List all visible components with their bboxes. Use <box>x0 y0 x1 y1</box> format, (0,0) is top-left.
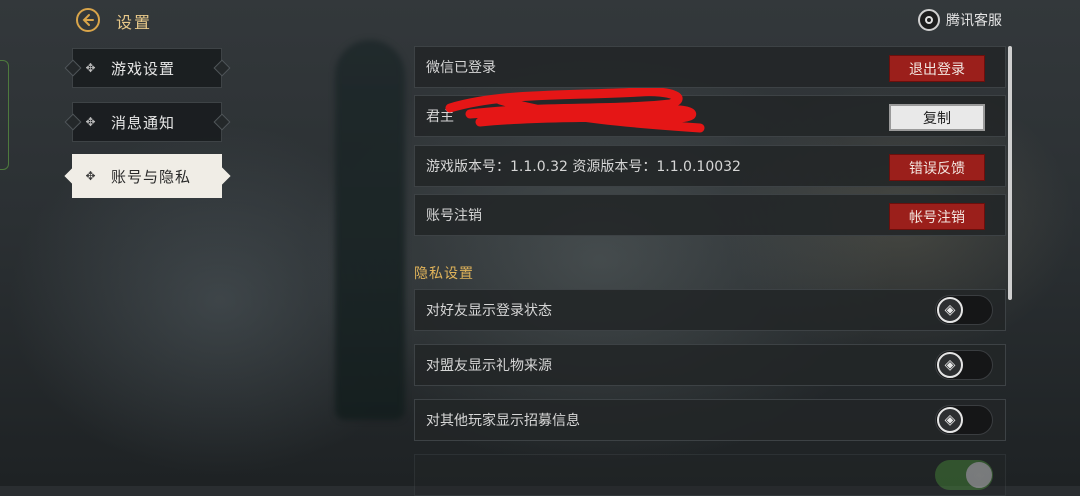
privacy-row-recruit-info: 对其他玩家显示招募信息 <box>414 399 1006 441</box>
background-character <box>335 40 405 420</box>
back-button[interactable] <box>76 8 100 32</box>
privacy-label: 对盟友显示礼物来源 <box>426 358 552 374</box>
redaction-scribble <box>445 88 705 133</box>
account-cancel-row: 账号注销 帐号注销 <box>414 194 1006 236</box>
privacy-row-gift-source: 对盟友显示礼物来源 <box>414 344 1006 386</box>
diamond-icon: ✥ <box>85 169 97 183</box>
privacy-row-partial <box>414 454 1006 496</box>
wechat-login-row: 微信已登录 退出登录 <box>414 46 1006 88</box>
version-text: 游戏版本号：1.1.0.32 资源版本号：1.1.0.10032 <box>426 159 741 175</box>
wechat-status-text: 微信已登录 <box>426 60 496 76</box>
page-title: 设置 <box>116 13 153 32</box>
logout-button[interactable]: 退出登录 <box>889 55 985 82</box>
version-row: 游戏版本号：1.1.0.32 资源版本号：1.1.0.10032 错误反馈 <box>414 145 1006 187</box>
left-edge-handle[interactable] <box>0 60 9 170</box>
back-arrow-icon <box>82 14 94 26</box>
login-status-toggle[interactable] <box>935 295 993 325</box>
privacy-label: 对好友显示登录状态 <box>426 303 552 319</box>
toggle-knob-icon <box>966 462 992 488</box>
tab-label: 账号与隐私 <box>111 167 192 186</box>
error-feedback-button[interactable]: 错误反馈 <box>889 154 985 181</box>
gift-source-toggle[interactable] <box>935 350 993 380</box>
toggle-knob-icon <box>937 407 963 433</box>
tab-label: 消息通知 <box>111 113 176 132</box>
customer-service-icon <box>918 9 940 31</box>
privacy-section-title: 隐私设置 <box>414 266 474 282</box>
tab-notifications[interactable]: ✥ 消息通知 <box>64 102 231 142</box>
customer-service-label: 腾讯客服 <box>946 13 1002 29</box>
toggle-knob-icon <box>937 297 963 323</box>
privacy-row-login-status: 对好友显示登录状态 <box>414 289 1006 331</box>
tab-game-settings[interactable]: ✥ 游戏设置 <box>64 48 231 88</box>
recruit-info-toggle[interactable] <box>935 405 993 435</box>
tab-account-privacy[interactable]: ✥ 账号与隐私 <box>64 154 231 198</box>
privacy-label: 对其他玩家显示招募信息 <box>426 413 580 429</box>
toggle-knob-icon <box>937 352 963 378</box>
account-cancel-label: 账号注销 <box>426 208 482 224</box>
scrollbar[interactable] <box>1008 46 1012 300</box>
copy-button[interactable]: 复制 <box>889 104 985 131</box>
diamond-icon: ✥ <box>85 115 97 129</box>
diamond-icon: ✥ <box>85 61 97 75</box>
customer-service-button[interactable]: 腾讯客服 <box>918 8 1002 32</box>
tab-label: 游戏设置 <box>111 59 176 78</box>
account-cancel-button[interactable]: 帐号注销 <box>889 203 985 230</box>
